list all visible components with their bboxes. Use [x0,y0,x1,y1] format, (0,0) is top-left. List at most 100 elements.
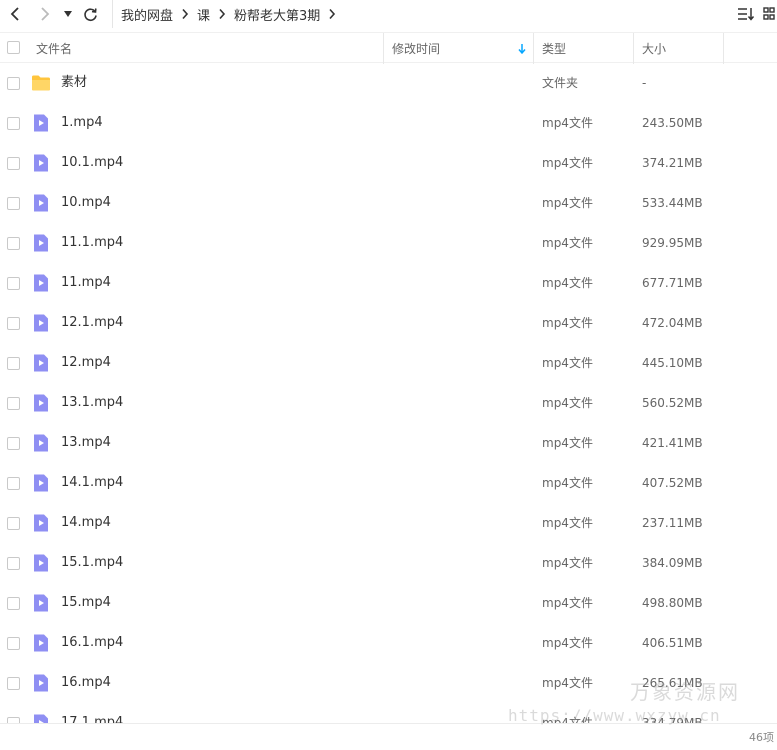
column-divider[interactable] [533,33,534,64]
file-row[interactable]: 11.1.mp4 mp4文件 929.95MB [0,223,777,263]
row-checkbox[interactable] [7,317,20,330]
file-name[interactable]: 13.1.mp4 [61,383,123,423]
file-name[interactable]: 12.mp4 [61,343,111,383]
breadcrumb-item-my-drive[interactable]: 我的网盘 [121,5,173,24]
history-dropdown-button[interactable] [57,0,79,28]
row-checkbox[interactable] [7,477,20,490]
file-name[interactable]: 素材 [61,63,87,103]
row-checkbox[interactable] [7,557,20,570]
file-size: 445.10MB [642,356,703,370]
row-checkbox[interactable] [7,437,20,450]
forward-button[interactable] [33,0,57,28]
file-row[interactable]: 14.mp4 mp4文件 237.11MB [0,503,777,543]
file-size: 533.44MB [642,196,703,210]
file-row[interactable]: 16.mp4 mp4文件 265.61MB [0,663,777,703]
column-header-size[interactable]: 大小 [642,33,722,64]
sort-button[interactable] [737,7,755,21]
file-row[interactable]: 17.1.mp4 mp4文件 334.79MB [0,703,777,723]
chevron-right-icon [181,8,189,20]
video-file-icon [31,113,51,133]
column-header-modified[interactable]: 修改时间 [392,33,532,64]
file-name[interactable]: 11.1.mp4 [61,223,123,263]
row-checkbox[interactable] [7,77,20,90]
row-checkbox[interactable] [7,597,20,610]
video-file-icon [31,153,51,173]
file-name[interactable]: 10.1.mp4 [61,143,123,183]
back-button[interactable] [3,0,27,28]
video-file-icon [31,353,51,373]
sort-descending-icon [518,44,526,54]
file-name[interactable]: 17.1.mp4 [61,703,123,723]
video-file-icon [31,473,51,493]
row-checkbox[interactable] [7,677,20,690]
file-row[interactable]: 12.1.mp4 mp4文件 472.04MB [0,303,777,343]
row-checkbox[interactable] [7,277,20,290]
file-name[interactable]: 10.mp4 [61,183,111,223]
video-file-icon [31,273,51,293]
file-type: mp4文件 [542,396,593,410]
column-divider[interactable] [633,33,634,64]
file-type: mp4文件 [542,596,593,610]
file-size: 560.52MB [642,396,703,410]
chevron-right-icon [218,8,226,20]
video-file-icon [31,233,51,253]
file-size: 421.41MB [642,436,703,450]
row-checkbox[interactable] [7,157,20,170]
grid-view-button[interactable] [763,7,775,21]
video-file-icon [31,593,51,613]
file-row[interactable]: 10.mp4 mp4文件 533.44MB [0,183,777,223]
file-type: mp4文件 [542,156,593,170]
file-row[interactable]: 15.mp4 mp4文件 498.80MB [0,583,777,623]
row-checkbox[interactable] [7,637,20,650]
file-list: 素材 文件夹 - 1.mp4 mp4文件 243.50MB 10.1.mp4 mp4文件 374… [0,63,777,723]
breadcrumb-item-current[interactable]: 粉帮老大第3期 [234,5,320,24]
column-header-name-label: 文件名 [36,42,73,56]
file-name[interactable]: 15.mp4 [61,583,111,623]
row-checkbox[interactable] [7,517,20,530]
file-size: 384.09MB [642,556,703,570]
file-name[interactable]: 15.1.mp4 [61,543,123,583]
column-divider[interactable] [383,33,384,64]
file-row[interactable]: 素材 文件夹 - [0,63,777,103]
file-name[interactable]: 14.mp4 [61,503,111,543]
file-name[interactable]: 11.mp4 [61,263,111,303]
file-size: 472.04MB [642,316,703,330]
row-checkbox[interactable] [7,117,20,130]
file-row[interactable]: 10.1.mp4 mp4文件 374.21MB [0,143,777,183]
file-size: 334.79MB [642,716,703,723]
video-file-icon [31,393,51,413]
status-bar: 46项 [0,723,777,750]
row-checkbox[interactable] [7,357,20,370]
video-file-icon [31,313,51,333]
file-type: mp4文件 [542,116,593,130]
file-name[interactable]: 14.1.mp4 [61,463,123,503]
file-row[interactable]: 12.mp4 mp4文件 445.10MB [0,343,777,383]
column-divider[interactable] [723,33,724,64]
select-all-checkbox[interactable] [7,41,20,54]
file-row[interactable]: 16.1.mp4 mp4文件 406.51MB [0,623,777,663]
file-row[interactable]: 13.mp4 mp4文件 421.41MB [0,423,777,463]
file-name[interactable]: 1.mp4 [61,103,103,143]
file-name[interactable]: 13.mp4 [61,423,111,463]
refresh-icon [83,7,97,21]
file-name[interactable]: 16.mp4 [61,663,111,703]
row-checkbox[interactable] [7,197,20,210]
column-header-type[interactable]: 类型 [542,33,632,64]
breadcrumb-item-course[interactable]: 课 [197,5,210,24]
file-name[interactable]: 16.1.mp4 [61,623,123,663]
column-header-name[interactable]: 文件名 [36,33,382,64]
file-name[interactable]: 12.1.mp4 [61,303,123,343]
file-row[interactable]: 11.mp4 mp4文件 677.71MB [0,263,777,303]
row-checkbox[interactable] [7,237,20,250]
video-file-icon [31,193,51,213]
column-header-type-label: 类型 [542,42,567,56]
file-size: 237.11MB [642,516,703,530]
file-row[interactable]: 1.mp4 mp4文件 243.50MB [0,103,777,143]
file-row[interactable]: 15.1.mp4 mp4文件 384.09MB [0,543,777,583]
row-checkbox[interactable] [7,397,20,410]
refresh-button[interactable] [78,0,102,28]
breadcrumb: 我的网盘 课 粉帮老大第3期 [112,0,344,28]
file-row[interactable]: 14.1.mp4 mp4文件 407.52MB [0,463,777,503]
file-row[interactable]: 13.1.mp4 mp4文件 560.52MB [0,383,777,423]
column-header-size-label: 大小 [642,42,667,56]
